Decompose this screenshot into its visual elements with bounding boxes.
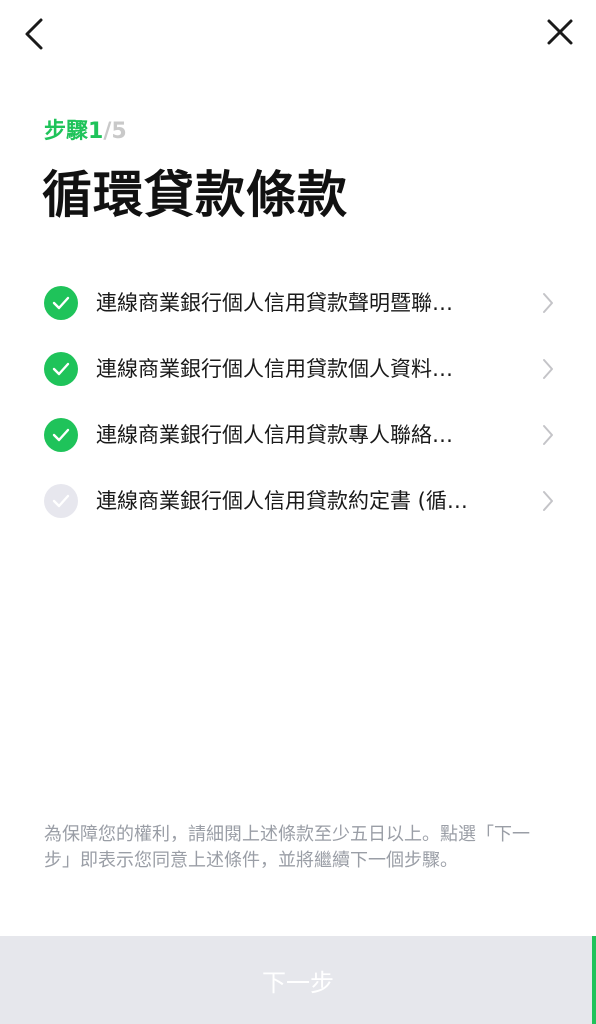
step-label: 步驟 bbox=[44, 119, 89, 144]
top-bar bbox=[0, 0, 596, 64]
check-circle-icon bbox=[44, 352, 78, 386]
next-button[interactable]: 下一步 bbox=[0, 936, 596, 1024]
chevron-right-icon bbox=[540, 291, 556, 315]
term-label: 連線商業銀行個人信用貸款個人資料… bbox=[96, 357, 453, 381]
chevron-right-icon bbox=[540, 489, 556, 513]
page-title: 循環貸款條款 bbox=[42, 166, 348, 224]
close-button[interactable] bbox=[540, 12, 580, 52]
check-circle-icon bbox=[44, 418, 78, 452]
term-item-1[interactable]: 連線商業銀行個人信用貸款聲明暨聯… bbox=[0, 270, 596, 336]
notice-text: 為保障您的權利，請細閱上述條款至少五日以上。點選「下一步」即表示您同意上述條件，… bbox=[44, 824, 530, 871]
term-label: 連線商業銀行個人信用貸款專人聯絡… bbox=[96, 423, 453, 447]
terms-list: 連線商業銀行個人信用貸款聲明暨聯… 連線商業銀行個人信用貸款個人資料… 連線商業… bbox=[0, 270, 596, 534]
check-circle-icon bbox=[44, 484, 78, 518]
term-item-2[interactable]: 連線商業銀行個人信用貸款個人資料… bbox=[0, 336, 596, 402]
close-icon bbox=[547, 19, 573, 45]
chevron-right-icon bbox=[540, 423, 556, 447]
term-label: 連線商業銀行個人信用貸款聲明暨聯… bbox=[96, 291, 453, 315]
step-total: 5 bbox=[111, 119, 127, 144]
term-item-4[interactable]: 連線商業銀行個人信用貸款約定書 (循… bbox=[0, 468, 596, 534]
step-indicator: 步驟1/5 bbox=[44, 116, 127, 148]
step-current: 1 bbox=[88, 119, 104, 144]
term-item-3[interactable]: 連線商業銀行個人信用貸款專人聯絡… bbox=[0, 402, 596, 468]
term-label: 連線商業銀行個人信用貸款約定書 (循… bbox=[96, 489, 468, 513]
back-button[interactable] bbox=[14, 14, 54, 54]
chevron-left-icon bbox=[25, 18, 43, 50]
chevron-right-icon bbox=[540, 357, 556, 381]
check-circle-icon bbox=[44, 286, 78, 320]
